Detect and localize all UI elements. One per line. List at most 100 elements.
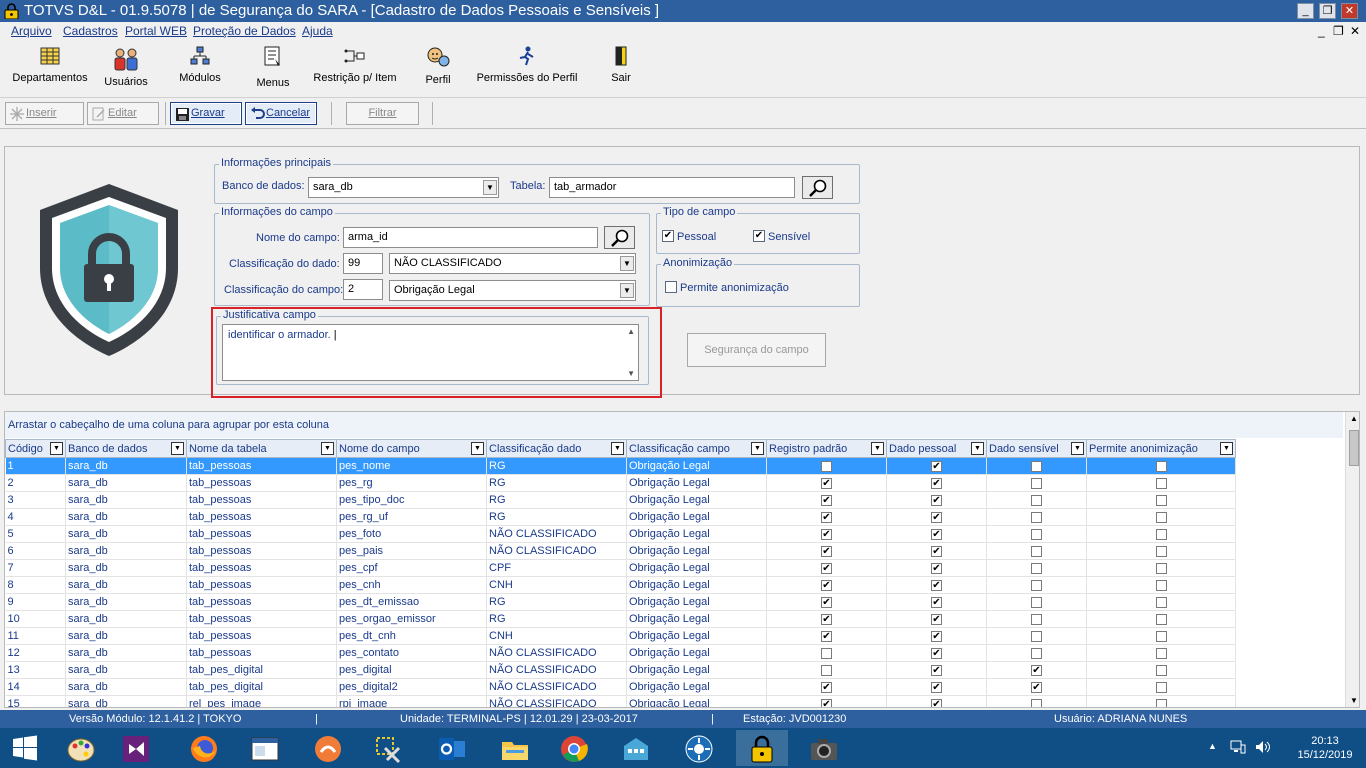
checked-checkbox[interactable]: ✔ — [931, 528, 942, 540]
cell-padrao[interactable]: ✔ — [766, 610, 887, 628]
cell-anonim[interactable] — [1086, 576, 1236, 594]
mdi-restore-button[interactable]: ❐ — [1333, 24, 1344, 38]
grid-header-col-dado-pessoal[interactable]: Dado pessoal ▼ — [886, 439, 987, 458]
grid-header-col-campo[interactable]: Nome do campo ▼ — [336, 439, 487, 458]
unchecked-checkbox[interactable] — [1031, 477, 1042, 489]
checked-checkbox[interactable]: ✔ — [931, 477, 942, 489]
cell-sensivel[interactable] — [986, 491, 1087, 509]
module-perfil-button[interactable]: Perfil — [424, 46, 452, 86]
cell-class-campo[interactable]: Obrigação Legal — [626, 593, 767, 611]
table-row[interactable]: 13 sara_db tab_pes_digital pes_digital NÃO C… — [5, 661, 1236, 679]
cell-tabela[interactable]: tab_pessoas — [186, 542, 337, 560]
unchecked-checkbox[interactable] — [1155, 545, 1167, 557]
tray-expand-icon[interactable]: ▲ — [1208, 741, 1217, 751]
class-campo-code-input[interactable]: 2 — [343, 279, 383, 300]
unchecked-checkbox[interactable] — [1031, 545, 1042, 557]
cell-banco[interactable]: sara_db — [65, 474, 187, 492]
sensivel-checkbox[interactable]: ✔ — [753, 230, 765, 242]
cell-sensivel[interactable] — [986, 593, 1087, 611]
cell-class-campo[interactable]: Obrigação Legal — [626, 610, 767, 628]
cell-banco[interactable]: sara_db — [65, 610, 187, 628]
cell-codigo[interactable]: 8 — [5, 576, 66, 594]
checked-checkbox[interactable]: ✔ — [931, 613, 942, 625]
cell-class-dado[interactable]: RG — [486, 593, 627, 611]
cell-campo[interactable]: pes_digital — [336, 661, 487, 679]
cell-class-campo[interactable]: Obrigação Legal — [626, 627, 767, 645]
cell-class-dado[interactable]: NÃO CLASSIFICADO — [486, 525, 627, 543]
checked-checkbox[interactable]: ✔ — [1031, 664, 1042, 676]
cell-pessoal[interactable]: ✔ — [886, 474, 987, 492]
grid-header-col-banco[interactable]: Banco de dados ▼ — [65, 439, 187, 458]
table-row[interactable]: 5 sara_db tab_pessoas pes_foto NÃO CLASSIFIC… — [5, 525, 1236, 543]
cell-tabela[interactable]: tab_pessoas — [186, 525, 337, 543]
cell-tabela[interactable]: tab_pes_digital — [186, 661, 337, 679]
cell-banco[interactable]: sara_db — [65, 678, 187, 696]
filter-button[interactable]: Filtrar — [346, 102, 419, 125]
cell-banco[interactable]: sara_db — [65, 695, 187, 707]
module-sair-button[interactable]: Sair — [608, 46, 634, 84]
cell-class-campo[interactable]: Obrigação Legal — [626, 491, 767, 509]
cell-pessoal[interactable]: ✔ — [886, 593, 987, 611]
menu-ajuda[interactable]: Ajuda — [302, 24, 333, 38]
column-filter-dropdown-icon[interactable]: ▼ — [871, 442, 884, 455]
cell-pessoal[interactable]: ✔ — [886, 576, 987, 594]
cell-class-dado[interactable]: CPF — [486, 559, 627, 577]
taskbar-window-app[interactable] — [239, 730, 291, 766]
checked-checkbox[interactable]: ✔ — [821, 528, 832, 540]
cell-anonim[interactable] — [1086, 474, 1236, 492]
cell-sensivel[interactable] — [986, 559, 1087, 577]
checked-checkbox[interactable]: ✔ — [931, 630, 942, 642]
unchecked-checkbox[interactable] — [1155, 579, 1167, 591]
unchecked-checkbox[interactable] — [1031, 613, 1042, 625]
checked-checkbox[interactable]: ✔ — [931, 664, 942, 676]
cell-sensivel[interactable] — [986, 525, 1087, 543]
cell-campo[interactable]: pes_foto — [336, 525, 487, 543]
cell-banco[interactable]: sara_db — [65, 525, 187, 543]
cell-campo[interactable]: pes_nome — [336, 457, 487, 475]
cell-class-dado[interactable]: CNH — [486, 576, 627, 594]
unchecked-checkbox[interactable] — [821, 647, 832, 659]
cell-anonim[interactable] — [1086, 508, 1236, 526]
unchecked-checkbox[interactable] — [1155, 477, 1167, 489]
table-row[interactable]: 4 sara_db tab_pessoas pes_rg_uf RG Obrigação … — [5, 508, 1236, 526]
unchecked-checkbox[interactable] — [1031, 579, 1042, 591]
cell-pessoal[interactable]: ✔ — [886, 457, 987, 475]
cell-padrao[interactable]: ✔ — [766, 474, 887, 492]
scroll-up-icon[interactable]: ▲ — [1350, 414, 1358, 423]
table-row[interactable]: 8 sara_db tab_pessoas pes_cnh CNH Obrigação L… — [5, 576, 1236, 594]
grid-header-col-class-dado[interactable]: Classificação dado ▼ — [486, 439, 627, 458]
cell-class-dado[interactable]: RG — [486, 491, 627, 509]
cell-codigo[interactable]: 1 — [5, 457, 66, 475]
taskbar-chrome[interactable] — [548, 730, 600, 766]
menu-cadastros[interactable]: Cadastros — [63, 24, 118, 38]
cell-padrao[interactable]: ✔ — [766, 678, 887, 696]
cell-class-campo[interactable]: Obrigação Legal — [626, 559, 767, 577]
field-search-button[interactable] — [604, 226, 635, 249]
close-button[interactable]: ✕ — [1341, 3, 1358, 19]
unchecked-checkbox[interactable] — [1031, 494, 1042, 506]
column-filter-dropdown-icon[interactable]: ▼ — [1220, 442, 1233, 455]
cell-banco[interactable]: sara_db — [65, 661, 187, 679]
checked-checkbox[interactable]: ✔ — [821, 698, 832, 707]
mdi-close-button[interactable]: ✕ — [1350, 24, 1360, 38]
module-permissoes-button[interactable]: Permissões do Perfil — [476, 46, 578, 84]
unchecked-checkbox[interactable] — [821, 460, 832, 472]
justificativa-textarea[interactable]: identificar o armador. | ▲ ▼ — [222, 324, 639, 381]
start-button[interactable] — [0, 730, 52, 766]
cell-campo[interactable]: pes_cnh — [336, 576, 487, 594]
table-row[interactable]: 15 sara_db rel_pes_image rpi_image NÃO CLASS… — [5, 695, 1236, 707]
cell-campo[interactable]: pes_pais — [336, 542, 487, 560]
cell-anonim[interactable] — [1086, 661, 1236, 679]
cell-pessoal[interactable]: ✔ — [886, 610, 987, 628]
module-menus-button[interactable]: Menus — [255, 46, 291, 89]
cell-banco[interactable]: sara_db — [65, 457, 187, 475]
cell-class-dado[interactable]: RG — [486, 457, 627, 475]
cell-class-campo[interactable]: Obrigação Legal — [626, 678, 767, 696]
column-filter-dropdown-icon[interactable]: ▼ — [171, 442, 184, 455]
cell-sensivel[interactable] — [986, 508, 1087, 526]
taskbar-sara-security-app[interactable] — [736, 730, 788, 766]
cell-banco[interactable]: sara_db — [65, 508, 187, 526]
cell-sensivel[interactable] — [986, 627, 1087, 645]
cell-codigo[interactable]: 13 — [5, 661, 66, 679]
unchecked-checkbox[interactable] — [1155, 562, 1167, 574]
